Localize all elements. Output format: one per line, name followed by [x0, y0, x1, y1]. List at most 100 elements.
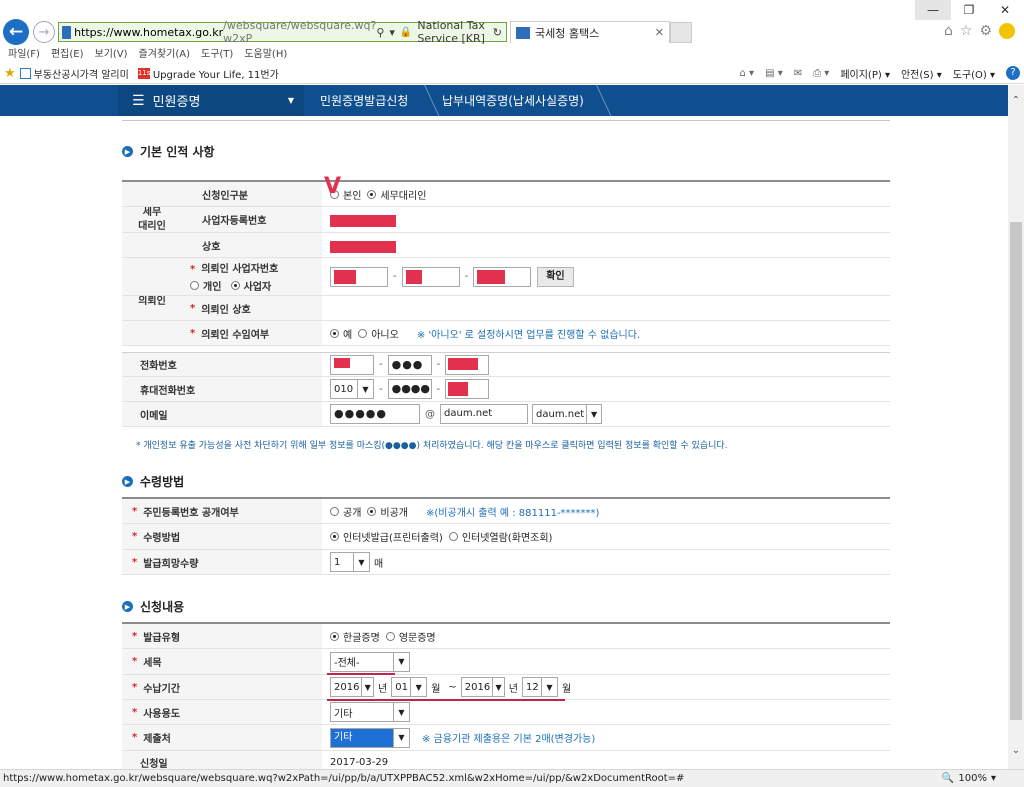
qty-select[interactable]: 1 ▼	[330, 552, 370, 572]
menu-tools[interactable]: 도구(T)	[201, 45, 233, 60]
print-icon[interactable]: ⎙ ▾	[813, 68, 829, 79]
radio-icon	[230, 281, 240, 290]
section-title-text: 기본 인적 사항	[140, 145, 215, 159]
new-tab-button[interactable]	[670, 22, 692, 43]
arrow-bullet-icon: ▶	[122, 146, 133, 157]
submit-note: ※ 금융기관 제출용은 기본 2매(변경가능)	[422, 734, 596, 745]
submit-select[interactable]: 기타 ▼	[330, 727, 410, 748]
search-icon[interactable]: ⚲	[376, 26, 384, 39]
rrn-public-radio[interactable]: 공개	[330, 504, 361, 519]
home-icon[interactable]: ⌂	[944, 23, 953, 39]
gear-icon[interactable]: ⚙	[979, 23, 992, 39]
client-bizno-part1-input[interactable]	[330, 266, 388, 287]
redacted-block	[330, 215, 396, 227]
menu-help[interactable]: 도움말(H)	[244, 45, 287, 60]
rrn-note: ※(비공개시 출력 예 : 881111-*******)	[426, 507, 600, 519]
method-options: 인터넷발급(프린터출력) 인터넷열람(화면조회)	[330, 524, 558, 549]
year-unit: 년	[508, 683, 518, 695]
menu-view[interactable]: 보기(V)	[95, 45, 128, 60]
redacted-block	[405, 269, 422, 284]
safety-menu[interactable]: 안전(S) ▾	[901, 66, 942, 81]
method-label-cell: * 수령방법	[122, 524, 322, 549]
mobile-part2-input[interactable]: ●●●●	[387, 379, 432, 399]
main-menu-button[interactable]: ☰ 민원증명 ▼	[118, 85, 304, 116]
confirm-button[interactable]: 확인	[537, 266, 574, 287]
submit-label: 제출처	[143, 734, 171, 745]
minimize-icon[interactable]: —	[915, 0, 951, 20]
purpose-label-cell: * 사용용도	[122, 700, 322, 724]
favorite-link[interactable]: 11st Upgrade Your Life, 11번가	[137, 66, 279, 81]
rrn-label-cell: * 주민등록번호 공개여부	[122, 499, 322, 523]
refresh-icon[interactable]: ↻	[493, 26, 502, 39]
lock-icon[interactable]: 🔒	[400, 27, 412, 38]
client-bizno-label: 의뢰인 사업자번호	[201, 264, 279, 275]
consent-yes-radio[interactable]: 예	[330, 326, 352, 341]
zoom-control[interactable]: 🔍 100% ▾	[942, 773, 996, 784]
radio-icon	[367, 189, 377, 199]
purpose-select[interactable]: 기타 ▼	[330, 702, 410, 722]
favorites-star-icon[interactable]: ☆	[960, 23, 973, 39]
close-window-icon[interactable]: ✕	[987, 0, 1023, 20]
apply-table: * 발급유형 한글증명 영문증명 * 세목 -전체- ▼ * 수납기간 2016 ▼ 년 …	[122, 622, 890, 769]
phone-part1-input[interactable]	[330, 354, 374, 375]
client-business-radio[interactable]: 사업자	[230, 278, 271, 293]
to-year-select[interactable]: 2016 ▼	[460, 677, 505, 697]
favorite-link[interactable]: 부동산공시가격 알리미	[19, 66, 129, 81]
required-marker: *	[132, 732, 138, 743]
breadcrumb-item[interactable]: 민원증명발급신청	[320, 85, 408, 116]
type-korean-radio[interactable]: 한글증명	[330, 629, 380, 644]
client-bizno-part3-input[interactable]	[473, 266, 532, 287]
favorites-star-icon[interactable]: ★	[4, 66, 16, 81]
restore-icon[interactable]: ❐	[951, 0, 987, 20]
rss-feed-icon[interactable]: ▤ ▾	[765, 68, 783, 79]
redacted-block	[334, 269, 356, 284]
select-value: 01	[395, 681, 408, 693]
tools-menu[interactable]: 도구(O) ▾	[953, 66, 995, 81]
from-year-select[interactable]: 2016 ▼	[330, 677, 374, 697]
mobile-prefix-select[interactable]: 010 ▼	[330, 379, 374, 399]
email-domain-input[interactable]: daum.net	[440, 404, 528, 424]
method-view-radio[interactable]: 인터넷열람(화면조회)	[448, 529, 552, 544]
page-menu[interactable]: 페이지(P) ▾	[840, 66, 890, 81]
table-row: 신청인구분 본인 세무대리인 V	[122, 174, 890, 207]
back-arrow-icon[interactable]: ←	[3, 19, 29, 45]
client-bizno-part2-input[interactable]	[401, 266, 460, 287]
consent-no-radio[interactable]: 아니오	[358, 326, 399, 341]
redacted-block	[477, 269, 506, 284]
address-bar[interactable]: https://www.hometax.go.kr/websquare/webs…	[58, 19, 507, 45]
scroll-down-arrow-icon[interactable]: ⌄	[1010, 745, 1022, 756]
breadcrumb-item[interactable]: 납부내역증명(납세사실증명)	[442, 85, 584, 116]
scroll-thumb[interactable]	[1010, 222, 1022, 720]
mail-icon[interactable]: ✉	[794, 68, 802, 79]
to-month-select[interactable]: 12 ▼	[522, 677, 558, 697]
client-individual-radio[interactable]: 개인	[190, 278, 221, 293]
forward-arrow-icon[interactable]: →	[33, 21, 55, 43]
mobile-part3-input[interactable]	[445, 379, 490, 399]
client-bizno-label-cell: * 의뢰인 사업자번호 개인 사업자	[182, 258, 322, 295]
dash: -	[436, 383, 441, 395]
status-bar: https://www.hometax.go.kr/websquare/webs…	[0, 769, 1024, 787]
from-month-select[interactable]: 01 ▼	[391, 677, 428, 697]
help-icon[interactable]: ?	[1006, 66, 1020, 80]
menu-favorites[interactable]: 즐겨찾기(A)	[139, 45, 190, 60]
dropdown-icon[interactable]: ▾	[389, 26, 395, 39]
browser-tab[interactable]: 국세청 홈택스 ✕	[510, 21, 670, 43]
method-print-radio[interactable]: 인터넷발급(프린터출력)	[330, 529, 443, 544]
feedback-smiley-icon[interactable]	[999, 23, 1016, 39]
phone-part2-input[interactable]: ●●●	[387, 354, 432, 375]
close-tab-icon[interactable]: ✕	[655, 26, 664, 39]
home-icon[interactable]: ⌂ ▾	[740, 68, 755, 79]
type-english-radio[interactable]: 영문증명	[385, 629, 436, 644]
menu-edit[interactable]: 편집(E)	[51, 45, 84, 60]
email-domain-select[interactable]: daum.net ▼	[532, 404, 602, 424]
vertical-scrollbar[interactable]: ⌃ ⌄	[1008, 85, 1024, 769]
phone-part3-input[interactable]	[445, 354, 490, 375]
rrn-private-radio[interactable]: 비공개	[367, 504, 408, 519]
redacted-block	[448, 357, 479, 370]
menu-file[interactable]: 파일(F)	[8, 45, 40, 60]
site-identity[interactable]: National Tax Service [KR]	[417, 19, 487, 45]
tax-select[interactable]: -전체- ▼	[330, 651, 410, 672]
email-id-input[interactable]: ●●●●●	[330, 404, 420, 424]
scroll-up-arrow-icon[interactable]: ⌃	[1010, 95, 1022, 106]
applicant-agent-radio[interactable]: 세무대리인	[367, 187, 426, 202]
